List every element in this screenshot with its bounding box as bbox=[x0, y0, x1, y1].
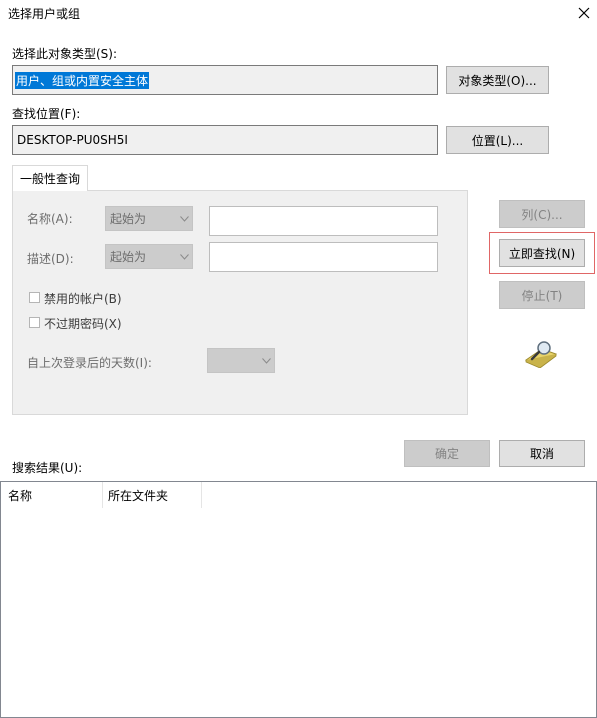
disabled-accounts-checkbox[interactable] bbox=[29, 292, 40, 303]
description-match-value: 起始为 bbox=[110, 250, 147, 264]
window-title: 选择用户或组 bbox=[8, 7, 81, 21]
location-field[interactable]: DESKTOP-PU0SH5I bbox=[12, 125, 438, 155]
search-results-label: 搜索结果(U): bbox=[12, 461, 83, 475]
column-separator[interactable] bbox=[201, 482, 202, 508]
location-label: 查找位置(F): bbox=[12, 107, 81, 121]
cancel-button[interactable]: 取消 bbox=[499, 440, 585, 467]
find-now-button[interactable]: 立即查找(N) bbox=[499, 239, 585, 267]
object-type-label: 选择此对象类型(S): bbox=[12, 47, 118, 61]
name-label: 名称(A): bbox=[27, 212, 73, 226]
close-button[interactable] bbox=[572, 1, 596, 25]
column-separator[interactable] bbox=[102, 482, 103, 508]
columns-button[interactable]: 列(C)... bbox=[499, 200, 585, 228]
close-icon bbox=[578, 7, 590, 19]
search-results-list[interactable]: 名称 所在文件夹 bbox=[0, 481, 597, 718]
object-type-field[interactable]: 用户、组或内置安全主体 bbox=[12, 65, 438, 95]
search-animation-icon bbox=[524, 341, 558, 368]
chevron-down-icon bbox=[179, 215, 189, 222]
non-expiring-password-checkbox[interactable] bbox=[29, 317, 40, 328]
column-header-name[interactable]: 名称 bbox=[8, 482, 32, 508]
disabled-accounts-label: 禁用的帐户(B) bbox=[44, 292, 122, 306]
non-expiring-password-label: 不过期密码(X) bbox=[44, 317, 122, 331]
days-since-logon-label: 自上次登录后的天数(I): bbox=[27, 356, 152, 370]
location-value: DESKTOP-PU0SH5I bbox=[17, 133, 128, 147]
description-match-select[interactable]: 起始为 bbox=[105, 244, 193, 269]
description-input[interactable] bbox=[209, 242, 438, 272]
ok-button[interactable]: 确定 bbox=[404, 440, 490, 467]
days-since-logon-select[interactable] bbox=[207, 348, 275, 373]
chevron-down-icon bbox=[261, 357, 271, 364]
object-types-button[interactable]: 对象类型(O)... bbox=[446, 66, 549, 94]
name-input[interactable] bbox=[209, 206, 438, 236]
stop-button[interactable]: 停止(T) bbox=[499, 281, 585, 309]
locations-button[interactable]: 位置(L)... bbox=[446, 126, 549, 154]
chevron-down-icon bbox=[179, 253, 189, 260]
name-match-select[interactable]: 起始为 bbox=[105, 206, 193, 231]
column-header-folder[interactable]: 所在文件夹 bbox=[108, 482, 168, 508]
tab-general-query[interactable]: 一般性查询 bbox=[12, 165, 88, 191]
object-type-value: 用户、组或内置安全主体 bbox=[15, 71, 150, 89]
name-match-value: 起始为 bbox=[110, 212, 147, 226]
description-label: 描述(D): bbox=[27, 252, 74, 266]
